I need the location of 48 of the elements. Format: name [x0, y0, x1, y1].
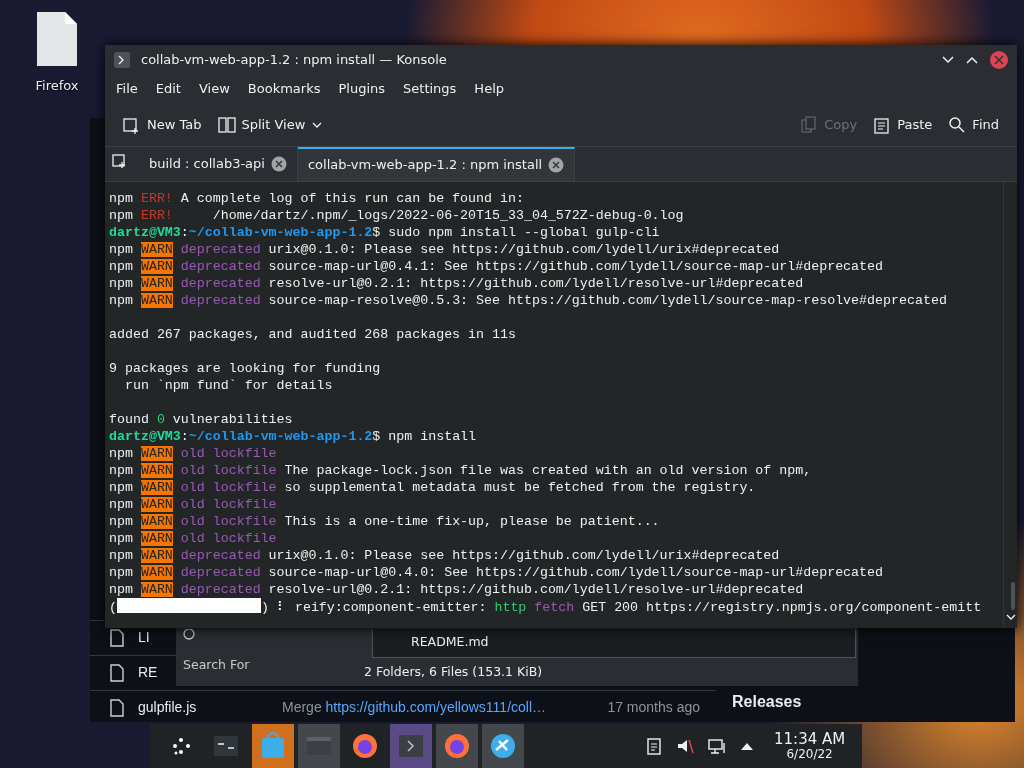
commit-link[interactable]: https://github.com/yellows111/coll… [325, 699, 547, 715]
split-button[interactable]: Split View [209, 110, 332, 139]
menu-item[interactable]: Plugins [329, 79, 395, 99]
terminal-line: dartz@VM3:~/collab-vm-web-app-1.2$ npm install [109, 428, 478, 445]
commit-message: Merge https://github.com/yellows111/coll… [282, 698, 548, 717]
file-name[interactable]: README.md [411, 633, 489, 652]
section-heading: Releases [732, 692, 802, 712]
tab[interactable]: collab-vm-web-app-1.2 : npm install [297, 147, 576, 181]
terminal-line: npm WARN deprecated source-map-url@0.4.0: See https://github.com/lydell/source-map-url#deprecated [109, 564, 885, 581]
terminal-line: npm WARN deprecated resolve-url@0.2.1: https://github.com/lydell/resolve-url#deprecated [109, 275, 805, 292]
clock-date: 6/20/22 [785, 747, 834, 761]
menu-item[interactable]: Help [465, 79, 513, 99]
window-title: collab-vm-web-app-1.2 : npm install — Konsole [141, 51, 448, 70]
tab[interactable]: build : collab3-api [139, 147, 298, 181]
terminal-line: npm WARN old lockfile This is a one-time fix-up, please be patient... [109, 513, 661, 530]
terminal-line: ( ) ⠇ reify:component-emitter: http fetch GET 200 https://registry.npmjs.org/component-emitt [109, 598, 983, 616]
terminal-line: npm WARN old lockfile so supplemental metadata must be fetched from the registry. [109, 479, 757, 496]
terminal-line: npm WARN old lockfile [109, 445, 278, 462]
clock[interactable]: 11:34 AM 6/20/22 [774, 731, 846, 761]
newtab-button[interactable]: New Tab [115, 110, 210, 139]
terminal-line: npm ERR! A complete log of this run can be found in: [109, 190, 525, 207]
terminal-line: added 267 packages, and audited 268 packages in 11s [109, 326, 517, 343]
menu-item[interactable]: View [189, 79, 239, 99]
clock-time: 11:34 AM [774, 731, 846, 748]
menu-item[interactable]: File [107, 79, 147, 99]
terminal-line: npm WARN deprecated source-map-resolve@0.5.3: See https://github.com/lydell/source-map-resolve#deprecated [109, 292, 948, 309]
terminal-line: 9 packages are looking for funding [109, 360, 382, 377]
terminal-line: npm WARN deprecated urix@0.1.0: Please see https://github.com/lydell/urix#deprecated [109, 241, 781, 258]
menu-item[interactable]: Settings [394, 79, 466, 99]
terminal-line: found 0 vulnerabilities [109, 411, 294, 428]
terminal-line: run `npm fund` for details [123, 377, 334, 394]
status-text: 2 Folders, 6 Files (153.1 KiB) [364, 663, 543, 681]
paste-button[interactable]: Paste [865, 110, 941, 139]
find-button[interactable]: Find [940, 110, 1007, 139]
menu-item[interactable]: Bookmarks [238, 79, 330, 99]
places-item[interactable]: Search For [183, 656, 250, 675]
terminal-line: npm WARN deprecated source-map-url@0.4.1: See https://github.com/lydell/source-map-url#deprecated [109, 258, 885, 275]
terminal-line: npm WARN old lockfile The package-lock.json file was created with an old version of npm, [109, 462, 813, 479]
terminal-line: npm WARN deprecated urix@0.1.0: Please see https://github.com/lydell/urix#deprecated [109, 547, 781, 564]
desktop-icon-label[interactable]: Firefox [28, 76, 86, 96]
terminal-line: npm WARN deprecated resolve-url@0.2.1: https://github.com/lydell/resolve-url#deprecated [109, 581, 805, 598]
terminal-line: npm WARN old lockfile [109, 530, 278, 547]
terminal-line: npm WARN old lockfile [109, 496, 278, 513]
terminal-line: npm ERR! /home/dartz/.npm/_logs/2022-06-20T15_33_04_572Z-debug-0.log [109, 207, 685, 224]
menu-item[interactable]: Edit [146, 79, 190, 99]
commit-age: 17 months ago [607, 698, 701, 717]
terminal-line: dartz@VM3:~/collab-vm-web-app-1.2$ sudo npm install --global gulp-cli [109, 224, 661, 241]
file-name[interactable]: gulpfile.js [138, 697, 268, 718]
